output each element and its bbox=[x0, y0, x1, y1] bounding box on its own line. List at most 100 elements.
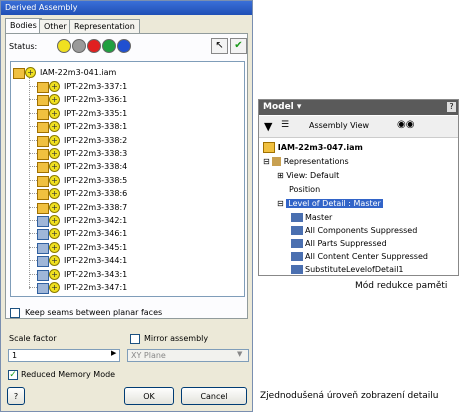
lod-item[interactable]: All Components Suppressed bbox=[291, 224, 417, 238]
part-icon bbox=[37, 189, 49, 201]
tree-item[interactable]: + IPT-22m3-337:1 bbox=[11, 80, 241, 94]
model-help-button[interactable]: ? bbox=[447, 102, 456, 112]
intersect-status-icon[interactable] bbox=[102, 39, 116, 53]
model-browser-title[interactable]: Model ▾ bbox=[259, 100, 458, 115]
tree-item[interactable]: + IPT-22m3-338:7 bbox=[11, 201, 241, 215]
chevron-down-icon[interactable]: ▼ bbox=[237, 350, 242, 358]
tree-item[interactable]: + IPT-22m3-338:4 bbox=[11, 160, 241, 174]
bodies-tree[interactable]: + IAM-22m3-041.iam + IPT-22m3-337:1 + IPT-2… bbox=[10, 61, 245, 297]
view-default-node[interactable]: ⊞ View: Default bbox=[277, 169, 339, 183]
lod-item-label: All Parts Suppressed bbox=[305, 239, 387, 248]
tree-item-label: IPT-22m3-338:5 bbox=[64, 175, 128, 185]
plus-icon[interactable]: + bbox=[49, 161, 60, 173]
surface-part-icon bbox=[37, 269, 49, 281]
tree-root[interactable]: + IAM-22m3-041.iam bbox=[11, 66, 241, 80]
ok-button[interactable]: OK bbox=[124, 387, 174, 405]
lod-item[interactable]: All Parts Suppressed bbox=[291, 237, 387, 251]
plus-icon[interactable]: + bbox=[25, 67, 36, 78]
mirror-assembly-checkbox[interactable] bbox=[130, 334, 140, 344]
tree-item[interactable]: + IPT-22m3-338:6 bbox=[11, 187, 241, 201]
select-pointer-icon[interactable]: ↖ bbox=[211, 38, 228, 54]
plus-icon[interactable]: + bbox=[49, 94, 60, 106]
part-icon bbox=[37, 162, 49, 174]
lod-master-node[interactable]: ⊟ Level of Detail : Master bbox=[277, 197, 383, 211]
tree-item-label: IPT-22m3-343:1 bbox=[64, 269, 128, 279]
position-label: Position bbox=[289, 185, 321, 194]
tree-item[interactable]: + IPT-22m3-338:1 bbox=[11, 120, 241, 134]
plus-icon[interactable]: + bbox=[49, 148, 60, 159]
tab-other[interactable]: Other bbox=[39, 19, 72, 34]
plus-icon[interactable]: + bbox=[49, 81, 60, 92]
plus-icon[interactable]: + bbox=[49, 188, 60, 200]
lod-item-label: Master bbox=[305, 213, 333, 222]
part-icon bbox=[37, 95, 49, 107]
plus-icon[interactable]: + bbox=[49, 134, 60, 146]
tree-item[interactable]: + IPT-22m3-344:1 bbox=[11, 254, 241, 268]
tree-item[interactable]: + IPT-22m3-338:5 bbox=[11, 174, 241, 188]
exclude-status-icon[interactable] bbox=[72, 39, 86, 53]
representations-label: Representations bbox=[283, 157, 349, 166]
help-button[interactable]: ? bbox=[7, 387, 25, 405]
lod-item[interactable]: Master bbox=[291, 211, 332, 225]
tree-item-label: IPT-22m3-345:1 bbox=[64, 242, 128, 252]
include-status-icon[interactable] bbox=[57, 39, 71, 53]
surface-part-icon bbox=[37, 256, 49, 268]
collapse-icon[interactable]: ⊟ bbox=[277, 199, 284, 208]
plus-icon[interactable]: + bbox=[49, 241, 60, 253]
lod-item[interactable]: SubstituteLevelofDetail1 bbox=[291, 263, 404, 277]
tree-item-label: IPT-22m3-346:1 bbox=[64, 229, 128, 239]
collapse-icon[interactable]: ⊟ bbox=[263, 157, 270, 166]
tree-options-icon[interactable]: ☰ bbox=[281, 120, 289, 130]
plus-icon[interactable]: + bbox=[49, 107, 60, 119]
tree-item-label: IPT-22m3-344:1 bbox=[64, 256, 128, 266]
keep-seams-label: Keep seams between planar faces bbox=[25, 308, 163, 317]
surface-part-icon bbox=[37, 242, 49, 254]
tree-item[interactable]: + IPT-22m3-336:1 bbox=[11, 93, 241, 107]
plus-icon[interactable]: + bbox=[49, 255, 60, 267]
tree-item[interactable]: + IPT-22m3-338:3 bbox=[11, 147, 241, 161]
tree-item[interactable]: + IPT-22m3-343:1 bbox=[11, 268, 241, 282]
binoculars-icon[interactable]: ◉◉ bbox=[397, 119, 414, 130]
tree-item[interactable]: + IPT-22m3-342:1 bbox=[11, 214, 241, 228]
subtract-status-icon[interactable] bbox=[87, 39, 101, 53]
tree-item[interactable]: + IPT-22m3-335:1 bbox=[11, 107, 241, 121]
plus-icon[interactable]: + bbox=[49, 174, 60, 186]
lod-item[interactable]: All Content Center Suppressed bbox=[291, 250, 428, 264]
model-browser: Model ▾ ? ▼ ☰ Assembly View ◉◉ IAM-22m3-… bbox=[258, 99, 459, 276]
tree-connector bbox=[29, 260, 37, 262]
mirror-plane-select[interactable]: XY Plane bbox=[127, 349, 249, 362]
tree-item[interactable]: + IPT-22m3-338:2 bbox=[11, 134, 241, 148]
tree-item-label: IPT-22m3-338:3 bbox=[64, 149, 128, 158]
position-node[interactable]: Position bbox=[289, 183, 320, 197]
tree-connector bbox=[29, 193, 37, 195]
tree-item-label: IPT-22m3-338:4 bbox=[64, 162, 128, 172]
arrow-right-icon[interactable]: ▶ bbox=[111, 349, 116, 357]
tab-representation[interactable]: Representation bbox=[69, 19, 140, 34]
tree-item[interactable]: + IPT-22m3-346:1 bbox=[11, 227, 241, 241]
plus-icon[interactable]: + bbox=[49, 228, 60, 240]
lod-master-label: Level of Detail : Master bbox=[286, 199, 383, 208]
plus-icon[interactable]: + bbox=[49, 201, 60, 213]
assembly-view-dropdown[interactable]: Assembly View bbox=[309, 121, 369, 130]
plus-icon[interactable]: + bbox=[49, 215, 60, 226]
filter-icon[interactable]: ▼ bbox=[264, 120, 272, 133]
plus-icon[interactable]: + bbox=[49, 268, 60, 280]
model-root[interactable]: IAM-22m3-047.iam bbox=[263, 141, 363, 155]
surface-part-icon bbox=[37, 216, 49, 227]
representations-node[interactable]: ⊟ Representations bbox=[263, 155, 349, 169]
lod-item-label: SubstituteLevelofDetail1 bbox=[305, 265, 404, 274]
status-label: Status: bbox=[9, 42, 38, 51]
tree-item[interactable]: + IPT-22m3-345:1 bbox=[11, 241, 241, 255]
tree-item[interactable]: + IPT-22m3-347:1 bbox=[11, 281, 241, 295]
apply-check-icon[interactable]: ✔ bbox=[230, 38, 247, 54]
keep-seams-checkbox[interactable] bbox=[10, 308, 20, 318]
memory-mode-caption: Mód redukce paměti bbox=[355, 281, 448, 291]
bounding-box-status-icon[interactable] bbox=[117, 39, 131, 53]
cancel-button[interactable]: Cancel bbox=[181, 387, 247, 405]
plus-icon[interactable]: + bbox=[49, 121, 60, 133]
expand-icon[interactable]: ⊞ bbox=[277, 171, 284, 180]
plus-icon[interactable]: + bbox=[49, 282, 60, 293]
scale-factor-input[interactable]: 1 bbox=[8, 349, 120, 362]
reduced-memory-checkbox[interactable]: ✓ bbox=[8, 370, 18, 380]
lod-item-label: All Components Suppressed bbox=[305, 226, 418, 235]
